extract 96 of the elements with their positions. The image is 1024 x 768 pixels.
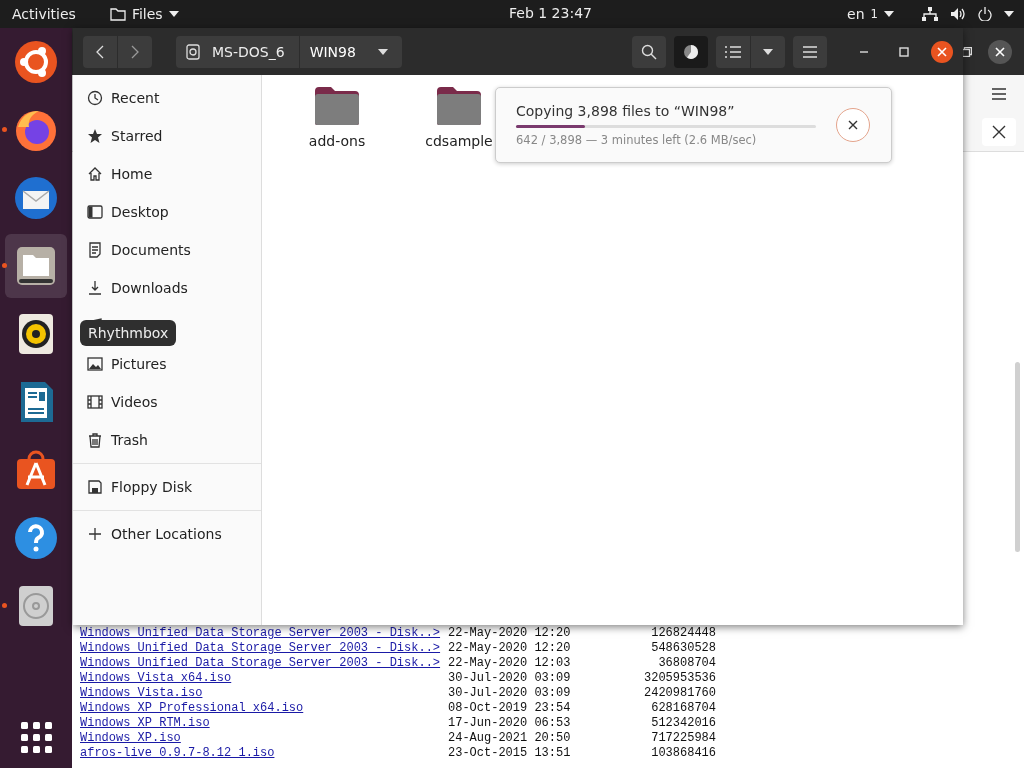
desktop-icon — [87, 204, 103, 220]
app-menu[interactable]: Files — [109, 6, 179, 22]
date-text: 24-Aug-2021 20:50 — [448, 731, 572, 746]
volume-icon — [950, 7, 966, 21]
sidebar-item[interactable]: Trash — [73, 421, 261, 459]
document-icon — [87, 242, 103, 258]
mail-bird-icon — [13, 175, 59, 221]
close-icon — [937, 46, 947, 57]
clock[interactable]: Feb 1 23:47 — [509, 5, 592, 21]
date-text: 30-Jul-2020 03:09 — [448, 686, 572, 701]
house-icon — [87, 166, 103, 182]
sidebar-item[interactable]: Recent — [73, 79, 261, 117]
size-text: 628168704 — [650, 701, 716, 716]
file-link[interactable]: Windows Unified Data Storage Server 2003 - Disk..> — [80, 656, 448, 671]
menu-button[interactable] — [793, 35, 827, 68]
file-link[interactable]: Windows XP RTM.iso — [80, 716, 448, 731]
grid-icon — [20, 721, 52, 753]
date-text: 17-Jun-2020 06:53 — [448, 716, 572, 731]
operation-status: 642 / 3,898 — 3 minutes left (2.6 MB/sec) — [516, 133, 758, 147]
menu-icon[interactable] — [992, 88, 1006, 100]
trash-icon — [87, 432, 103, 448]
maximize-icon — [899, 46, 909, 57]
file-name[interactable]: add-ons — [308, 133, 366, 149]
sidebar-item[interactable]: Desktop — [73, 193, 261, 231]
close-icon — [848, 120, 858, 130]
question-mark-icon — [13, 515, 59, 561]
size-text: 717225984 — [650, 731, 716, 746]
dock-item[interactable] — [5, 234, 67, 298]
search-icon — [641, 43, 657, 60]
caret-icon — [168, 11, 179, 17]
date-text: 22-May-2020 12:20 — [448, 641, 572, 656]
sidebar-item[interactable]: Floppy Disk — [73, 468, 261, 506]
network-icon — [922, 7, 938, 21]
path-button[interactable]: MS-DOS_6 — [176, 35, 299, 68]
path-button[interactable]: WIN98 — [298, 35, 402, 68]
pie-chart-icon — [683, 43, 699, 60]
star-icon — [87, 128, 103, 144]
size-text: 512342016 — [650, 716, 716, 731]
date-text: 23-Oct-2015 13:51 — [448, 746, 572, 761]
date-text: 08-Oct-2019 23:54 — [448, 701, 572, 716]
file-link[interactable]: Windows XP Professional x64.iso — [80, 701, 448, 716]
tooltip: Rhythmbox — [80, 320, 177, 346]
ubuntu-logo-icon — [13, 39, 59, 85]
caret-icon — [763, 48, 773, 55]
activities-button[interactable]: Activities — [0, 6, 88, 22]
power-icon — [978, 7, 992, 21]
file-link[interactable]: Windows Vista x64.iso — [80, 671, 448, 686]
film-icon — [87, 394, 103, 410]
close-tab-button[interactable] — [982, 118, 1016, 146]
size-text: 103868416 — [650, 746, 716, 761]
file-link[interactable]: Windows Unified Data Storage Server 2003 - Disk..> — [80, 626, 448, 641]
sidebar-item[interactable]: Videos — [73, 383, 261, 421]
date-text: 30-Jul-2020 03:09 — [448, 671, 572, 686]
folder-icon — [109, 7, 126, 21]
close-button[interactable] — [988, 39, 1012, 64]
chevron-right-icon — [131, 44, 139, 59]
minimize-icon — [859, 50, 869, 53]
size-text: 126824448 — [650, 626, 716, 641]
floppy-icon — [87, 479, 103, 495]
date-text: 22-May-2020 12:03 — [448, 656, 572, 671]
plus-icon — [87, 526, 103, 542]
sidebar-item[interactable]: Pictures — [73, 345, 261, 383]
drive-icon — [186, 43, 200, 60]
chevron-left-icon — [96, 44, 104, 59]
date-text: 22-May-2020 12:20 — [448, 626, 572, 641]
list-icon — [725, 45, 741, 58]
file-link[interactable]: Windows Unified Data Storage Server 2003 - Disk..> — [80, 641, 448, 656]
close-icon — [995, 46, 1005, 57]
size-text: 3205953536 — [643, 671, 716, 686]
sidebar-item[interactable]: Documents — [73, 231, 261, 269]
sidebar-item[interactable]: Downloads — [73, 269, 261, 307]
caret-icon — [1004, 11, 1014, 17]
file-link[interactable]: Windows Vista.iso — [80, 686, 448, 701]
search-button[interactable] — [632, 35, 666, 68]
size-text: 2420981760 — [643, 686, 716, 701]
sidebar-item[interactable]: Other Locations — [73, 515, 261, 553]
operation-title: Copying 3,898 files to “WIN98” — [516, 103, 736, 119]
close-icon — [992, 125, 1006, 139]
menu-icon — [803, 45, 817, 58]
download-icon — [87, 280, 103, 296]
close-button[interactable] — [931, 40, 953, 63]
file-name[interactable]: cdsample — [425, 133, 493, 149]
picture-icon — [87, 356, 103, 372]
caret-icon — [884, 11, 894, 17]
file-link[interactable]: Windows XP.iso — [80, 731, 448, 746]
cancel-button[interactable] — [836, 108, 870, 142]
size-text: 548630528 — [650, 641, 716, 656]
sidebar-item[interactable]: Starred — [73, 117, 261, 155]
scrollbar[interactable] — [1015, 362, 1020, 552]
caret-icon — [377, 48, 388, 55]
file-link[interactable]: afros-live_0.9.7-8.12_1.iso — [80, 746, 448, 761]
sidebar-item[interactable]: Home — [73, 155, 261, 193]
size-text: 36808704 — [657, 656, 716, 671]
clock-icon — [87, 90, 103, 106]
operations-button[interactable] — [674, 35, 708, 68]
system-menu[interactable] — [922, 7, 1014, 21]
